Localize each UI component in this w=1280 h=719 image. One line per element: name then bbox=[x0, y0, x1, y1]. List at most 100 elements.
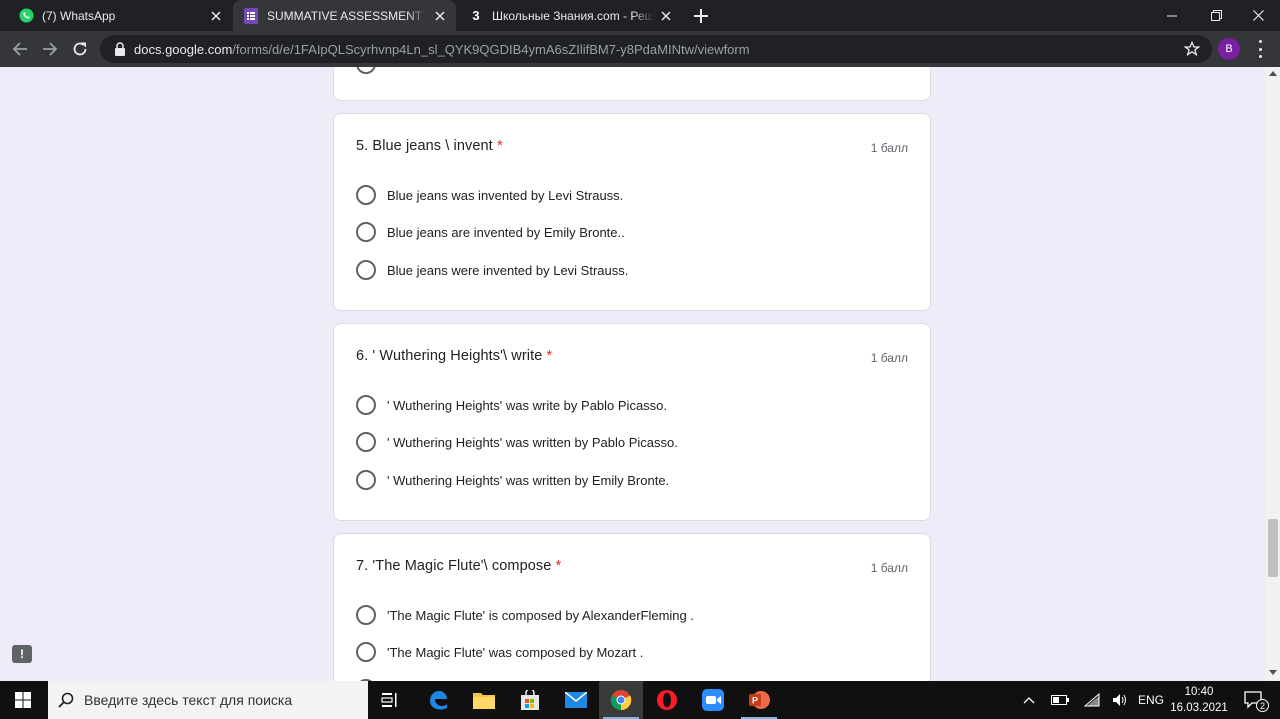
powerpoint-icon: P bbox=[749, 691, 770, 709]
search-icon bbox=[58, 692, 74, 708]
radio-button[interactable] bbox=[356, 222, 376, 242]
radio-button[interactable] bbox=[356, 395, 376, 415]
question-card-7: 7. 'The Magic Flute'\ compose * 1 балл '… bbox=[333, 533, 931, 681]
taskbar-zoom[interactable] bbox=[691, 681, 735, 719]
option-label: 'The Magic Flute' is composed by Alexand… bbox=[387, 607, 694, 623]
option-label: 'The Magic Flute' was composed by Mozart… bbox=[387, 644, 644, 660]
option-item[interactable]: 'The Magic Flute' is composed by Alexand… bbox=[356, 604, 694, 626]
question-title: 5. Blue jeans \ invent * bbox=[356, 138, 503, 154]
folder-icon bbox=[473, 693, 495, 709]
opera-icon bbox=[657, 690, 677, 710]
google-forms-icon bbox=[243, 7, 259, 24]
clock-time: 10:40 bbox=[1184, 686, 1214, 698]
forward-button[interactable] bbox=[38, 37, 62, 61]
scroll-down-arrow-icon[interactable] bbox=[1269, 670, 1277, 675]
minimize-icon bbox=[1167, 15, 1177, 16]
wifi-icon[interactable] bbox=[1080, 681, 1104, 719]
address-bar[interactable]: docs.google.com/forms/d/e/1FAIpQLScyrhvn… bbox=[100, 35, 1212, 63]
znanija-icon: 3 bbox=[472, 8, 480, 23]
option-item[interactable]: 'The Magic Flute' was composed by Mozart… bbox=[356, 641, 643, 663]
tab-title: Школьные Знания.com - Решае bbox=[492, 8, 654, 23]
zoom-icon bbox=[702, 689, 724, 711]
arrow-left-icon bbox=[12, 42, 27, 56]
system-clock[interactable]: 10:40 16.03.2021 bbox=[1168, 684, 1230, 716]
browser-tab-strip: (7) WhatsApp SUMMATIVE ASSESSMENT 2 FOR … bbox=[0, 0, 1280, 31]
mail-icon bbox=[565, 692, 587, 708]
notification-count-badge: 2 bbox=[1256, 699, 1269, 712]
option-label: Blue jeans were invented by Levi Strauss… bbox=[387, 262, 629, 278]
question-card-previous bbox=[333, 67, 931, 101]
language-indicator[interactable]: ENG bbox=[1136, 681, 1166, 719]
radio-button[interactable] bbox=[356, 67, 376, 74]
report-feedback-button[interactable]: ! bbox=[12, 645, 32, 663]
reload-icon bbox=[73, 42, 87, 56]
taskbar-edge[interactable] bbox=[416, 681, 460, 719]
taskbar-file-explorer[interactable] bbox=[462, 681, 506, 719]
taskbar-search-input[interactable]: Введите здесь текст для поиска bbox=[48, 681, 368, 719]
minimize-button[interactable] bbox=[1150, 0, 1194, 31]
search-placeholder: Введите здесь текст для поиска bbox=[84, 692, 293, 708]
option-item[interactable]: Blue jeans was invented by Levi Strauss. bbox=[356, 184, 623, 206]
arrow-right-icon bbox=[43, 42, 58, 56]
windows-taskbar: Введите здесь текст для поиска P ENG 10:… bbox=[0, 681, 1280, 719]
plus-icon bbox=[694, 9, 708, 23]
profile-avatar[interactable]: B bbox=[1218, 38, 1240, 60]
close-tab-icon[interactable] bbox=[432, 8, 448, 24]
option-label: ' Wuthering Heights' was write by Pablo … bbox=[387, 397, 668, 413]
tab-whatsapp[interactable]: (7) WhatsApp bbox=[8, 0, 232, 31]
show-hidden-icons-button[interactable] bbox=[1018, 681, 1040, 719]
option-label: Blue jeans was invented by Levi Strauss. bbox=[387, 187, 624, 203]
tab-znanija[interactable]: 3 Школьные Знания.com - Решае bbox=[458, 0, 682, 31]
tab-google-form[interactable]: SUMMATIVE ASSESSMENT 2 FOR bbox=[233, 0, 456, 31]
reload-button[interactable] bbox=[68, 37, 92, 61]
radio-button[interactable] bbox=[356, 470, 376, 490]
taskbar-opera[interactable] bbox=[645, 681, 689, 719]
scrollbar-thumb[interactable] bbox=[1268, 519, 1278, 577]
close-window-button[interactable] bbox=[1236, 0, 1280, 31]
page-viewport: 5. Blue jeans \ invent * 1 балл Blue jea… bbox=[0, 67, 1280, 681]
chrome-icon bbox=[610, 690, 632, 711]
option-item[interactable]: ' Wuthering Heights' was written by Emil… bbox=[356, 469, 669, 491]
windows-logo-icon bbox=[15, 692, 31, 708]
taskbar-mail[interactable] bbox=[554, 681, 598, 719]
option-label: ' Wuthering Heights' was written by Pabl… bbox=[387, 434, 678, 450]
restore-button[interactable] bbox=[1194, 0, 1238, 31]
taskbar-chrome[interactable] bbox=[599, 681, 643, 719]
restore-icon bbox=[1210, 10, 1222, 21]
svg-text:P: P bbox=[752, 696, 758, 706]
new-tab-button[interactable] bbox=[690, 5, 712, 27]
option-item[interactable]: Blue jeans were invented by Levi Strauss… bbox=[356, 259, 628, 281]
url-text: docs.google.com/forms/d/e/1FAIpQLScyrhvn… bbox=[134, 41, 750, 57]
page-scrollbar[interactable] bbox=[1266, 67, 1280, 681]
close-icon bbox=[1252, 10, 1264, 21]
tab-title: (7) WhatsApp bbox=[42, 8, 116, 23]
radio-button[interactable] bbox=[356, 642, 376, 662]
option-label: Blue jeans are invented by Emily Bronte.… bbox=[387, 224, 625, 240]
task-view-button[interactable] bbox=[370, 681, 410, 719]
taskbar-powerpoint[interactable]: P bbox=[737, 681, 781, 719]
battery-icon[interactable] bbox=[1048, 681, 1072, 719]
taskbar-store[interactable] bbox=[508, 681, 552, 719]
radio-button[interactable] bbox=[356, 185, 376, 205]
notifications-button[interactable]: 2 bbox=[1236, 681, 1272, 719]
back-button[interactable] bbox=[8, 37, 32, 61]
radio-button[interactable] bbox=[356, 605, 376, 625]
store-bag-icon bbox=[521, 690, 539, 710]
scroll-up-arrow-icon[interactable] bbox=[1269, 71, 1277, 76]
bookmark-star-icon[interactable] bbox=[1184, 41, 1200, 57]
option-label: ' Wuthering Heights' was written by Emil… bbox=[387, 472, 670, 488]
option-item[interactable]: ' Wuthering Heights' was write by Pablo … bbox=[356, 394, 667, 416]
task-view-icon bbox=[381, 693, 397, 707]
close-tab-icon[interactable] bbox=[208, 8, 224, 24]
volume-icon[interactable] bbox=[1108, 681, 1132, 719]
browser-toolbar: docs.google.com/forms/d/e/1FAIpQLScyrhvn… bbox=[0, 31, 1280, 67]
option-item[interactable]: Blue jeans are invented by Emily Bronte.… bbox=[356, 221, 625, 243]
start-button[interactable] bbox=[0, 681, 46, 719]
browser-menu-icon[interactable] bbox=[1252, 40, 1268, 58]
edge-icon bbox=[430, 691, 447, 710]
option-item[interactable]: ' Wuthering Heights' was written by Pabl… bbox=[356, 431, 678, 453]
question-title: 7. 'The Magic Flute'\ compose * bbox=[356, 558, 562, 574]
radio-button[interactable] bbox=[356, 432, 376, 452]
radio-button[interactable] bbox=[356, 260, 376, 280]
close-tab-icon[interactable] bbox=[658, 8, 674, 24]
